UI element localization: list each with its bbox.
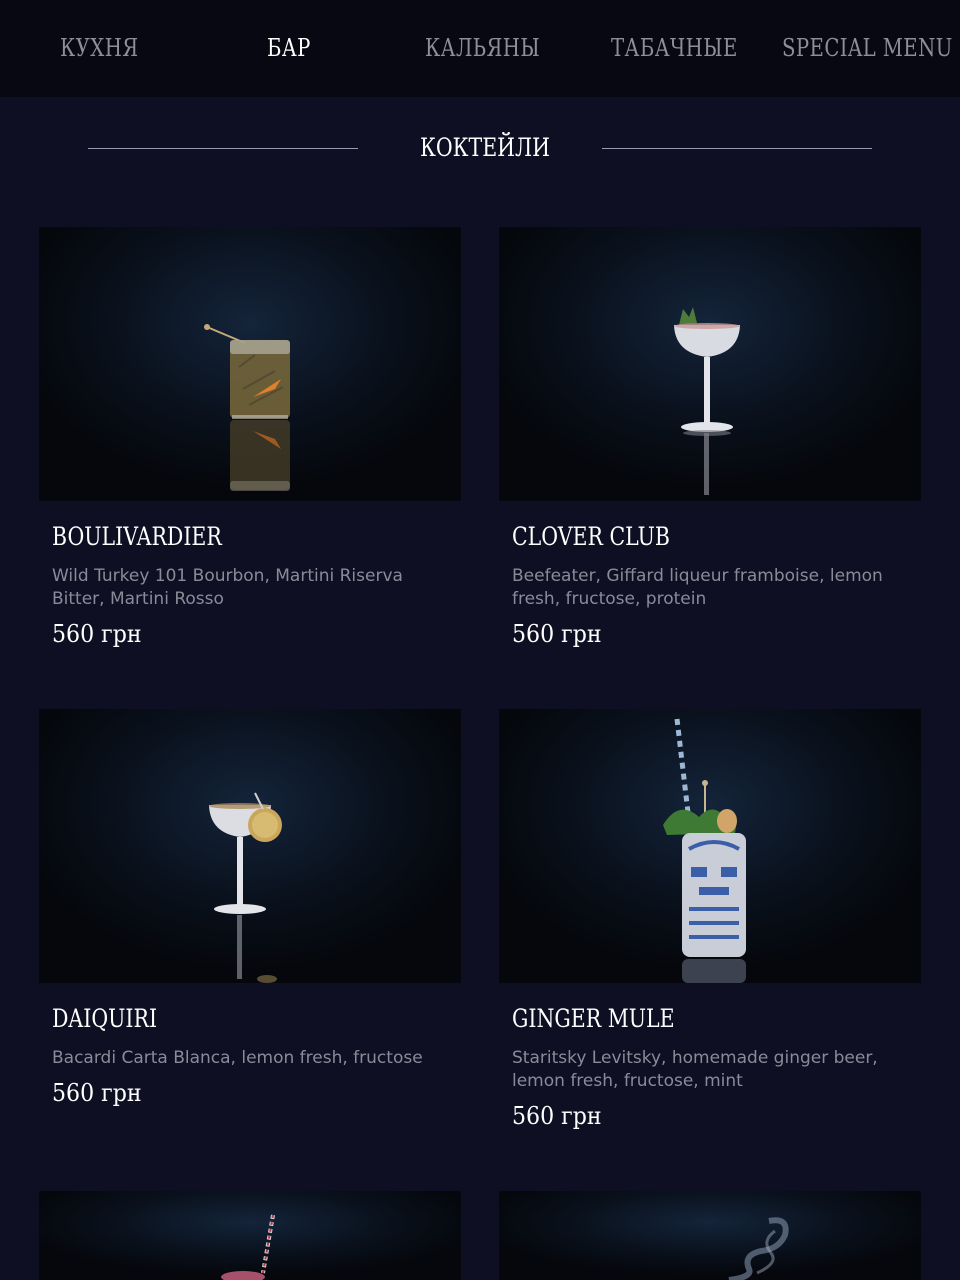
item-name: CLOVER CLUB	[512, 522, 670, 551]
item-price: 560 грн	[52, 1079, 142, 1107]
menu-item-card[interactable]: GINGER MULE Staritsky Levitsky, homemade…	[499, 709, 921, 1149]
item-description: Bacardi Carta Blanca, lemon fresh, fruct…	[52, 1048, 423, 1068]
coupe-glass-icon	[674, 307, 740, 495]
nav-tab-hookahs[interactable]: КАЛЬЯНЫ	[425, 30, 540, 66]
item-photo[interactable]	[39, 227, 461, 501]
smoke-icon	[728, 1217, 789, 1280]
nav-tab-tobacco[interactable]: ТАБАЧНЫЕ	[611, 30, 738, 66]
nav-tab-bar[interactable]: БАР	[267, 30, 311, 66]
item-photo[interactable]	[499, 1191, 921, 1280]
item-description: Wild Turkey 101 Bourbon, Martini Riserva…	[52, 566, 403, 609]
rocks-glass-icon	[204, 324, 290, 491]
item-description: Staritsky Levitsky, homemade ginger beer…	[512, 1048, 878, 1091]
menu-item-card[interactable]: CLOVER CLUB Beefeater, Giffard liqueur f…	[499, 227, 921, 667]
section-divider-right	[602, 148, 872, 149]
item-name: BOULIVARDIER	[52, 522, 222, 551]
tiki-mug-icon	[663, 718, 746, 983]
section-header: КОКТЕЙЛИ	[0, 128, 960, 168]
item-name: DAIQUIRI	[52, 1004, 158, 1033]
section-divider-left	[88, 148, 358, 149]
section-title: КОКТЕЙЛИ	[420, 133, 551, 162]
coupe-glass-icon	[209, 792, 282, 983]
item-photo[interactable]	[39, 709, 461, 983]
item-name: GINGER MULE	[512, 1004, 675, 1033]
nav-tab-kitchen[interactable]: КУХНЯ	[60, 30, 139, 66]
item-photo[interactable]	[39, 1191, 461, 1280]
cocktail-glass-with-straw-icon	[221, 1214, 275, 1280]
nav-tab-special-menu[interactable]: SPECIAL MENU	[782, 30, 953, 66]
item-price: 560 грн	[512, 1102, 602, 1130]
menu-item-card[interactable]	[39, 1191, 461, 1280]
menu-item-card[interactable]	[499, 1191, 921, 1280]
item-photo[interactable]	[499, 709, 921, 983]
top-navigation: КУХНЯ БАР КАЛЬЯНЫ ТАБАЧНЫЕ SPECIAL MENU	[0, 0, 960, 97]
item-description: Beefeater, Giffard liqueur framboise, le…	[512, 566, 883, 609]
item-price: 560 грн	[512, 620, 602, 648]
menu-item-card[interactable]: DAIQUIRI Bacardi Carta Blanca, lemon fre…	[39, 709, 461, 1129]
item-photo[interactable]	[499, 227, 921, 501]
item-price: 560 грн	[52, 620, 142, 648]
menu-item-card[interactable]: BOULIVARDIER Wild Turkey 101 Bourbon, Ma…	[39, 227, 461, 667]
